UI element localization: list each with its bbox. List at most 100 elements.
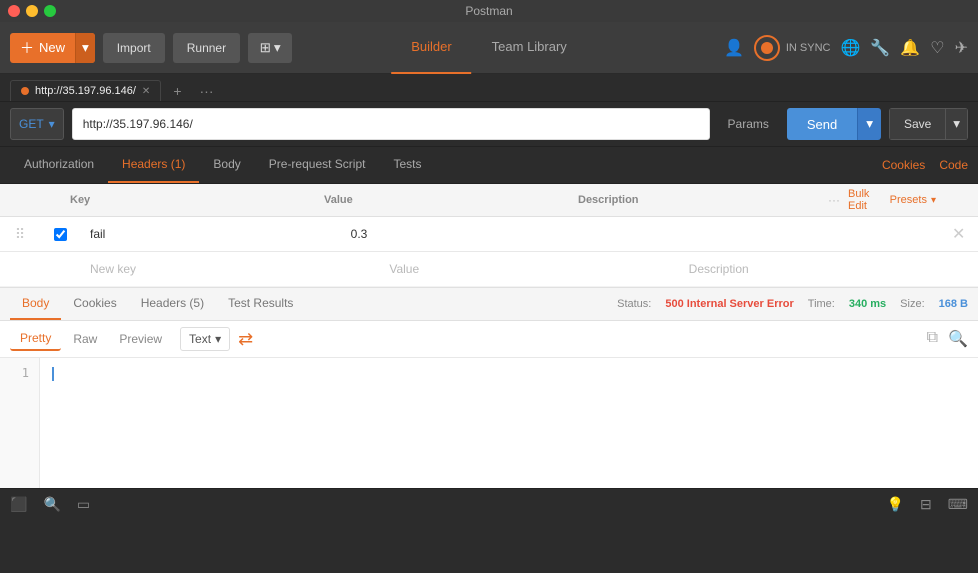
tab-pre-request[interactable]: Pre-request Script xyxy=(255,147,380,183)
bulk-edit-button[interactable]: Bulk Edit xyxy=(848,188,882,212)
row-checkbox-col[interactable] xyxy=(40,228,80,241)
new-header-row xyxy=(0,252,978,287)
drag-icon: ⠿ xyxy=(11,226,29,243)
status-label: Status: xyxy=(617,298,651,310)
line-numbers: 1 xyxy=(0,358,40,488)
method-select[interactable]: GET ▾ xyxy=(10,108,64,140)
row-value-cell[interactable] xyxy=(341,217,602,251)
row-key-cell[interactable] xyxy=(80,217,341,251)
sync-status: IN SYNC xyxy=(754,35,831,61)
maximize-button[interactable] xyxy=(44,5,56,17)
params-button[interactable]: Params xyxy=(718,117,779,131)
send-button[interactable]: Send xyxy=(787,108,857,140)
panel-icon[interactable]: ⊟ xyxy=(920,496,932,513)
new-button[interactable]: ＋ New ▾ xyxy=(10,33,95,63)
res-tab-headers[interactable]: Headers (5) xyxy=(129,288,216,320)
tab-authorization[interactable]: Authorization xyxy=(10,147,108,183)
wrench-icon[interactable]: 🔧 xyxy=(870,38,890,58)
save-button-group: Save ▾ xyxy=(889,108,968,140)
url-tab-row: http://35.197.96.146/ ✕ + ··· xyxy=(0,74,978,102)
row-checkbox[interactable] xyxy=(54,228,67,241)
row-delete-col[interactable]: ✕ xyxy=(942,224,978,244)
presets-button[interactable]: Presets xyxy=(890,194,927,206)
row-value-input[interactable] xyxy=(351,221,592,247)
code-content[interactable] xyxy=(40,358,978,488)
tab-builder[interactable]: Builder xyxy=(391,22,471,74)
body-tab-pretty[interactable]: Pretty xyxy=(10,327,61,351)
presets-dropdown-icon[interactable]: ▾ xyxy=(931,195,936,206)
globe-icon[interactable]: 🌐 xyxy=(840,38,860,58)
title-bar: Postman xyxy=(0,0,978,22)
app-title: Postman xyxy=(465,4,512,18)
add-tab-button[interactable]: + xyxy=(167,81,187,101)
tab-team-library[interactable]: Team Library xyxy=(472,22,587,74)
new-key-input[interactable] xyxy=(90,256,369,282)
new-row-value[interactable] xyxy=(379,252,678,286)
person-icon: 👤 xyxy=(724,38,744,58)
new-value-input[interactable] xyxy=(389,256,668,282)
close-tab-icon[interactable]: ✕ xyxy=(142,86,150,97)
size-value: 168 B xyxy=(939,298,968,310)
tab-status-dot xyxy=(21,87,29,95)
tab-headers[interactable]: Headers (1) xyxy=(108,147,199,183)
send-dropdown-button[interactable]: ▾ xyxy=(857,108,881,140)
runner-bottom-icon[interactable]: ▭ xyxy=(77,496,90,513)
new-tab-icon: ⊞ xyxy=(260,40,271,56)
import-button[interactable]: Import xyxy=(103,33,165,63)
body-tab-preview[interactable]: Preview xyxy=(109,328,172,350)
new-row-key[interactable] xyxy=(80,252,379,286)
runner-button[interactable]: Runner xyxy=(173,33,240,63)
size-label: Size: xyxy=(900,298,924,310)
response-status: Status: 500 Internal Server Error Time: … xyxy=(617,298,968,310)
format-select[interactable]: Text ▾ xyxy=(180,327,230,351)
cursor xyxy=(52,367,54,381)
wrap-button[interactable]: ⇄ xyxy=(232,329,259,350)
nav-tabs: Builder Team Library xyxy=(391,22,587,74)
code-link[interactable]: Code xyxy=(939,158,968,172)
more-tabs-button[interactable]: ··· xyxy=(194,81,220,101)
format-dropdown-icon: ▾ xyxy=(215,332,221,346)
send-icon[interactable]: ✈ xyxy=(955,38,968,58)
delete-row-button[interactable]: ✕ xyxy=(942,226,975,243)
bell-icon[interactable]: 🔔 xyxy=(900,38,920,58)
sync-label: IN SYNC xyxy=(786,42,831,54)
line-number-1: 1 xyxy=(10,366,29,380)
row-key-input[interactable] xyxy=(90,221,331,247)
new-button-label: New xyxy=(39,40,65,55)
res-tab-test-results[interactable]: Test Results xyxy=(216,288,305,320)
bulb-icon[interactable]: 💡 xyxy=(887,496,904,513)
console-icon[interactable]: ⬛ xyxy=(10,496,27,513)
url-input[interactable] xyxy=(72,108,710,140)
toolbar: ＋ New ▾ Import Runner ⊞ ▾ Builder Team L… xyxy=(0,22,978,74)
row-desc-input[interactable] xyxy=(611,221,852,247)
new-tab-button[interactable]: ⊞ ▾ xyxy=(248,33,292,63)
request-tabs: Authorization Headers (1) Body Pre-reque… xyxy=(0,147,978,184)
save-dropdown-button[interactable]: ▾ xyxy=(945,108,968,140)
res-tab-body[interactable]: Body xyxy=(10,288,61,320)
tab-tests[interactable]: Tests xyxy=(379,147,435,183)
url-tab-active[interactable]: http://35.197.96.146/ ✕ xyxy=(10,80,161,101)
minimize-button[interactable] xyxy=(26,5,38,17)
bottom-bar: ⬛ 🔍 ▭ 💡 ⊟ ⌨ xyxy=(0,488,978,520)
method-label: GET xyxy=(19,117,44,131)
keyboard-icon[interactable]: ⌨ xyxy=(948,496,968,513)
tab-body[interactable]: Body xyxy=(199,147,254,183)
row-desc-cell[interactable] xyxy=(601,217,862,251)
table-row: ⠿ ✕ xyxy=(0,217,978,252)
body-action-icons: ⧉ 🔍 xyxy=(927,329,968,349)
res-tab-cookies[interactable]: Cookies xyxy=(61,288,128,320)
key-col-header: Key xyxy=(60,190,314,210)
search-bottom-icon[interactable]: 🔍 xyxy=(43,496,60,513)
headers-column-row: Key Value Description ··· Bulk Edit Pres… xyxy=(0,184,978,217)
close-button[interactable] xyxy=(8,5,20,17)
body-tab-raw[interactable]: Raw xyxy=(63,328,107,350)
save-button[interactable]: Save xyxy=(889,108,945,140)
search-icon[interactable]: 🔍 xyxy=(948,329,968,349)
cookies-link[interactable]: Cookies xyxy=(882,158,925,172)
heart-icon[interactable]: ♡ xyxy=(930,38,944,58)
new-button-dropdown-icon[interactable]: ▾ xyxy=(75,33,95,63)
copy-icon[interactable]: ⧉ xyxy=(927,329,938,349)
new-row-desc[interactable] xyxy=(679,252,978,286)
send-button-group: Send ▾ xyxy=(787,108,881,140)
new-desc-input[interactable] xyxy=(689,256,968,282)
